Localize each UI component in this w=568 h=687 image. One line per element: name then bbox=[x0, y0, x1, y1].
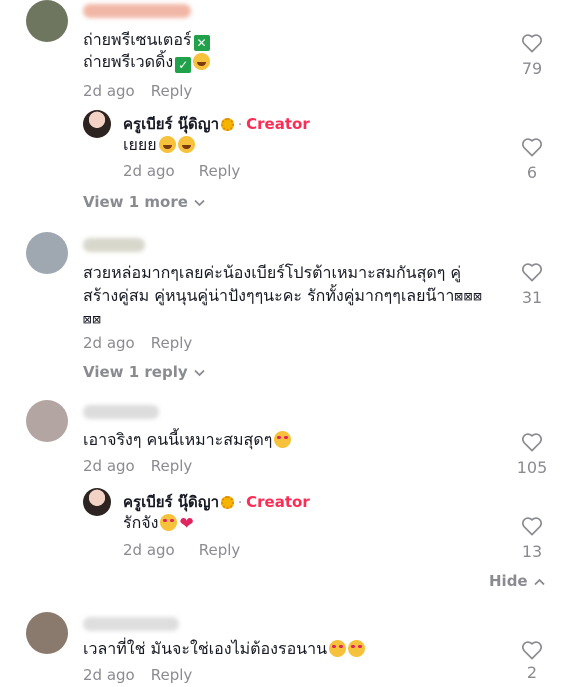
sunflower-emoji bbox=[221, 496, 235, 509]
comment-text: เอาจริงๆ คนนี้เหมาะสมสุดๆ bbox=[83, 429, 292, 451]
heart-outline-icon bbox=[522, 433, 542, 452]
red-heart-emoji: ❤ bbox=[179, 514, 194, 534]
reply-header: ครูเบียร์ นุ๊ดิญา · Creator bbox=[123, 115, 310, 133]
heart-outline-icon bbox=[522, 517, 542, 536]
reply-text: รักจัง ❤ bbox=[123, 513, 194, 534]
reply-meta: 2d ago Reply bbox=[123, 162, 240, 180]
commenter-name-blurred[interactable] bbox=[83, 4, 191, 18]
reply-button[interactable]: Reply bbox=[151, 666, 193, 684]
like-count: 79 bbox=[521, 59, 543, 78]
creator-avatar[interactable] bbox=[83, 488, 111, 516]
reply-text: เยยย bbox=[123, 134, 195, 156]
creator-badge: Creator bbox=[246, 493, 310, 511]
heart-outline-icon bbox=[522, 34, 542, 53]
comment-text: ถ่ายพรีเวดดิ้ง ✓ bbox=[83, 51, 211, 73]
like-button[interactable]: 2 bbox=[508, 640, 556, 682]
comment-text: สร้างคู่สม คู่หนุนคู่น่าปังๆๆนะคะ รักทั้… bbox=[83, 286, 483, 305]
comment-meta: 2d ago Reply bbox=[83, 334, 192, 352]
comment-text: ⊠⊠ bbox=[83, 308, 102, 331]
creator-name[interactable]: ครูเบียร์ นุ๊ดิญา bbox=[123, 493, 219, 511]
smiling-face-with-hearts-emoji bbox=[160, 514, 178, 531]
laughing-emoji bbox=[193, 53, 211, 70]
like-count: 6 bbox=[526, 163, 538, 182]
reply-button[interactable]: Reply bbox=[151, 457, 193, 475]
chevron-up-icon bbox=[533, 578, 545, 586]
view-more-replies[interactable]: View 1 more bbox=[83, 193, 205, 211]
view-more-replies[interactable]: View 1 reply bbox=[83, 363, 205, 381]
comment-text: เวลาที่ใช่ มันจะใช่เองไม่ต้องรอนาน bbox=[83, 638, 366, 660]
comment-meta: 2d ago Reply bbox=[83, 457, 192, 475]
comment-time: 2d ago bbox=[83, 457, 135, 475]
comment-meta: 2d ago Reply bbox=[83, 82, 192, 100]
reply-time: 2d ago bbox=[123, 162, 175, 180]
like-count: 2 bbox=[526, 663, 538, 682]
reply-button[interactable]: Reply bbox=[151, 82, 193, 100]
comment-time: 2d ago bbox=[83, 334, 135, 352]
creator-avatar[interactable] bbox=[83, 110, 111, 138]
sunflower-emoji bbox=[221, 118, 235, 131]
reply-button[interactable]: Reply bbox=[199, 162, 241, 180]
reply-time: 2d ago bbox=[123, 541, 175, 559]
like-count: 13 bbox=[521, 542, 543, 561]
like-count: 31 bbox=[521, 288, 543, 307]
commenter-name-blurred[interactable] bbox=[83, 405, 159, 419]
commenter-name-blurred[interactable] bbox=[83, 238, 145, 252]
reply-button[interactable]: Reply bbox=[199, 541, 241, 559]
avatar[interactable] bbox=[26, 612, 68, 654]
unsupported-glyph: ⊠⊠⊠ bbox=[454, 289, 483, 305]
laughing-emoji bbox=[158, 136, 176, 153]
comment-text: ถ่ายพรีเซนเตอร์ ✕ bbox=[83, 29, 210, 51]
hide-replies-button[interactable]: Hide bbox=[489, 572, 545, 590]
reply-header: ครูเบียร์ นุ๊ดิญา · Creator bbox=[123, 493, 310, 511]
smiling-face-with-hearts-emoji bbox=[274, 431, 292, 448]
creator-name[interactable]: ครูเบียร์ นุ๊ดิญา bbox=[123, 115, 219, 133]
like-button[interactable]: 6 bbox=[508, 137, 556, 182]
chevron-down-icon bbox=[194, 199, 205, 207]
comment-time: 2d ago bbox=[83, 666, 135, 684]
avatar[interactable] bbox=[26, 232, 68, 274]
like-button[interactable]: 79 bbox=[508, 33, 556, 78]
comment-time: 2d ago bbox=[83, 82, 135, 100]
reply-meta: 2d ago Reply bbox=[123, 541, 240, 559]
creator-badge: Creator bbox=[246, 115, 310, 133]
heart-outline-icon bbox=[522, 641, 542, 660]
heart-outline-icon bbox=[522, 263, 542, 282]
cross-mark-emoji: ✕ bbox=[193, 35, 210, 51]
like-button[interactable]: 13 bbox=[508, 516, 556, 561]
check-mark-emoji: ✓ bbox=[175, 57, 192, 73]
comment-meta: 2d ago Reply bbox=[83, 666, 192, 684]
unsupported-glyph: ⊠⊠ bbox=[83, 312, 102, 328]
laughing-emoji bbox=[177, 136, 195, 153]
like-button[interactable]: 31 bbox=[508, 262, 556, 307]
smiling-face-with-hearts-emoji bbox=[348, 640, 366, 657]
reply-button[interactable]: Reply bbox=[151, 334, 193, 352]
chevron-down-icon bbox=[194, 369, 205, 377]
avatar[interactable] bbox=[26, 0, 68, 42]
smiling-face-with-hearts-emoji bbox=[329, 640, 347, 657]
commenter-name-blurred[interactable] bbox=[83, 617, 179, 631]
like-count: 105 bbox=[516, 458, 548, 477]
avatar[interactable] bbox=[26, 400, 68, 442]
comment-text: สวยหล่อมากๆเลยค่ะน้องเบียร์โปรต้าเหมาะสม… bbox=[83, 263, 462, 282]
heart-outline-icon bbox=[522, 138, 542, 157]
like-button[interactable]: 105 bbox=[508, 432, 556, 477]
